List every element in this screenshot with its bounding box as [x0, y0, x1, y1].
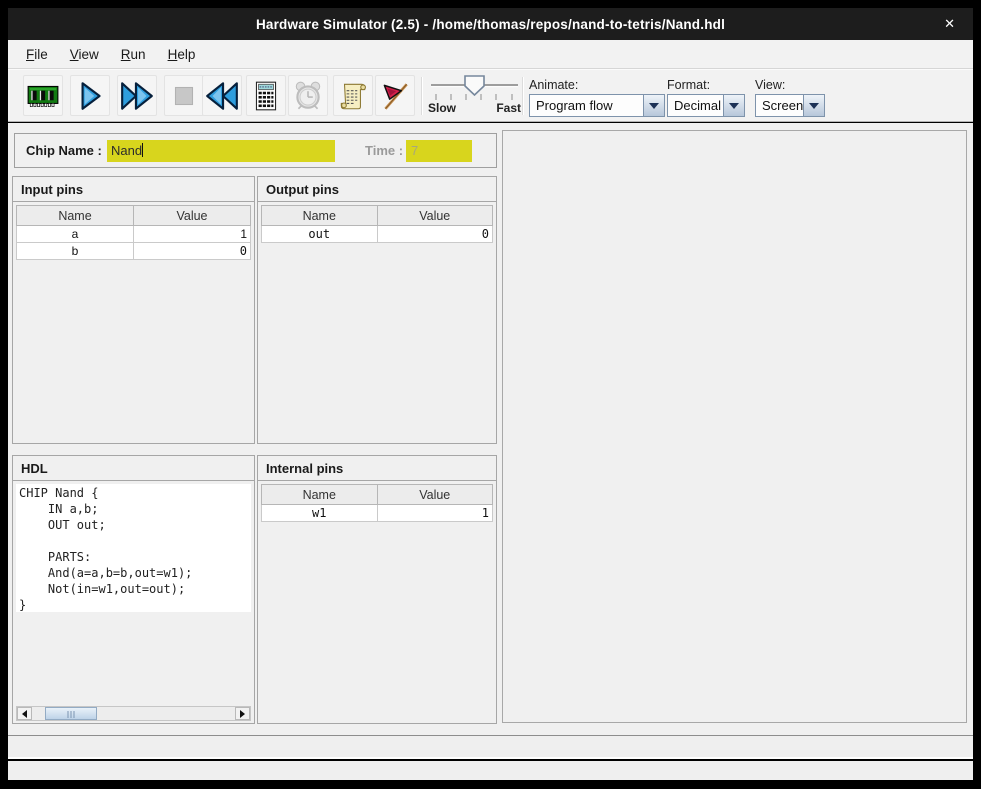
load-chip-icon: [26, 79, 60, 113]
reset-button[interactable]: [202, 75, 242, 116]
table-row: out 0: [262, 226, 493, 243]
toolbar-separator: [421, 77, 422, 115]
stop-button[interactable]: [164, 75, 204, 116]
format-group: Format: Decimal: [667, 78, 745, 117]
pin-value[interactable]: 1: [134, 226, 251, 243]
slider-fast-label: Fast: [496, 101, 521, 115]
pin-value: 1: [377, 505, 493, 522]
chevron-down-icon[interactable]: [723, 95, 744, 116]
status-bar: [8, 735, 973, 759]
menu-run[interactable]: Run: [121, 47, 146, 62]
run-button[interactable]: [117, 75, 157, 116]
animate-select[interactable]: Program flow: [529, 94, 665, 117]
table-row: a 1: [17, 226, 251, 243]
hardware-simulator-window: Hardware Simulator (2.5) - /home/thomas/…: [0, 0, 981, 789]
animate-group: Animate: Program flow: [529, 78, 665, 117]
evaluate-button[interactable]: [246, 75, 286, 116]
toolbar-separator: [522, 77, 523, 115]
table-row: b 0: [17, 243, 251, 260]
menu-view[interactable]: View: [70, 47, 99, 62]
single-step-icon: [73, 79, 107, 113]
pin-name: b: [17, 243, 134, 260]
pin-name: w1: [262, 505, 378, 522]
screen-view-panel: [502, 130, 967, 723]
slider-slow-label: Slow: [428, 101, 456, 115]
scroll-right-icon: [240, 710, 245, 718]
view-hdl-button[interactable]: [333, 75, 373, 116]
speed-slider-track: [428, 74, 521, 104]
calculator-icon: [249, 79, 283, 113]
time-label: Time :: [365, 143, 403, 158]
column-header-name: Name: [262, 206, 378, 226]
pin-name: a: [17, 226, 134, 243]
view-value: Screen: [756, 95, 803, 116]
main-area: Chip Name : Nand Time : 7 Input pins Nam…: [8, 123, 973, 735]
output-pins-title: Output pins: [258, 177, 496, 202]
hdl-panel: HDL CHIP Nand { IN a,b; OUT out; PARTS: …: [12, 455, 255, 724]
speed-slider-thumb: [465, 76, 484, 95]
scroll-left-button[interactable]: [17, 707, 32, 720]
internal-pins-title: Internal pins: [258, 456, 496, 481]
scrollbar-track[interactable]: [32, 707, 235, 720]
reset-icon: [204, 79, 240, 113]
animate-label: Animate:: [529, 78, 665, 92]
column-header-name: Name: [17, 206, 134, 226]
script-icon: [336, 79, 370, 113]
run-icon: [119, 79, 155, 113]
pin-name: out: [262, 226, 378, 243]
view-group: View: Screen: [755, 78, 825, 117]
chip-name-label: Chip Name :: [26, 143, 102, 158]
hdl-horizontal-scrollbar[interactable]: [16, 706, 251, 721]
output-pins-table: Name Value out 0: [261, 205, 493, 243]
internal-pins-panel: Internal pins Name Value w1 1: [257, 455, 497, 724]
pin-value: 0: [377, 226, 493, 243]
chevron-down-icon[interactable]: [803, 95, 824, 116]
chip-name-input[interactable]: Nand: [107, 140, 335, 162]
internal-pins-table: Name Value w1 1: [261, 484, 493, 522]
animate-value: Program flow: [530, 95, 643, 116]
close-icon[interactable]: ✕: [944, 8, 955, 40]
view-label: View:: [755, 78, 825, 92]
clock-button: [288, 75, 328, 116]
view-select[interactable]: Screen: [755, 94, 825, 117]
hdl-title: HDL: [13, 456, 254, 481]
input-pins-panel: Input pins Name Value a 1 b 0: [12, 176, 255, 444]
column-header-value: Value: [377, 485, 493, 505]
title-bar: Hardware Simulator (2.5) - /home/thomas/…: [8, 8, 973, 40]
output-pins-panel: Output pins Name Value out 0: [257, 176, 497, 444]
single-step-button[interactable]: [70, 75, 110, 116]
column-header-value: Value: [377, 206, 493, 226]
menu-file[interactable]: File: [26, 47, 48, 62]
clock-icon: [291, 79, 325, 113]
pin-value[interactable]: 0: [134, 243, 251, 260]
window-title: Hardware Simulator (2.5) - /home/thomas/…: [256, 17, 725, 32]
column-header-value: Value: [134, 206, 251, 226]
window-footer: [8, 761, 973, 780]
chip-name-bar: Chip Name : Nand Time : 7: [14, 133, 497, 168]
menu-help[interactable]: Help: [168, 47, 196, 62]
column-header-name: Name: [262, 485, 378, 505]
stop-icon: [167, 79, 201, 113]
menu-bar: File View Run Help: [8, 40, 973, 69]
input-pins-title: Input pins: [13, 177, 254, 202]
time-field: 7: [406, 140, 472, 162]
scrollbar-grip: [68, 711, 75, 718]
flag-icon: [378, 79, 412, 113]
format-label: Format:: [667, 78, 745, 92]
format-value: Decimal: [668, 95, 723, 116]
table-row: w1 1: [262, 505, 493, 522]
toolbar: Slow Fast Animate: Program flow Format: …: [8, 69, 973, 122]
chevron-down-icon[interactable]: [643, 95, 664, 116]
speed-slider[interactable]: Slow Fast: [428, 74, 521, 118]
format-select[interactable]: Decimal: [667, 94, 745, 117]
scrollbar-thumb[interactable]: [45, 707, 97, 720]
text-caret: [142, 143, 143, 157]
scroll-left-icon: [22, 710, 27, 718]
flag-button[interactable]: [375, 75, 415, 116]
load-chip-button[interactable]: [23, 75, 63, 116]
input-pins-table: Name Value a 1 b 0: [16, 205, 251, 260]
hdl-code: CHIP Nand { IN a,b; OUT out; PARTS: And(…: [16, 484, 251, 612]
scroll-right-button[interactable]: [235, 707, 250, 720]
